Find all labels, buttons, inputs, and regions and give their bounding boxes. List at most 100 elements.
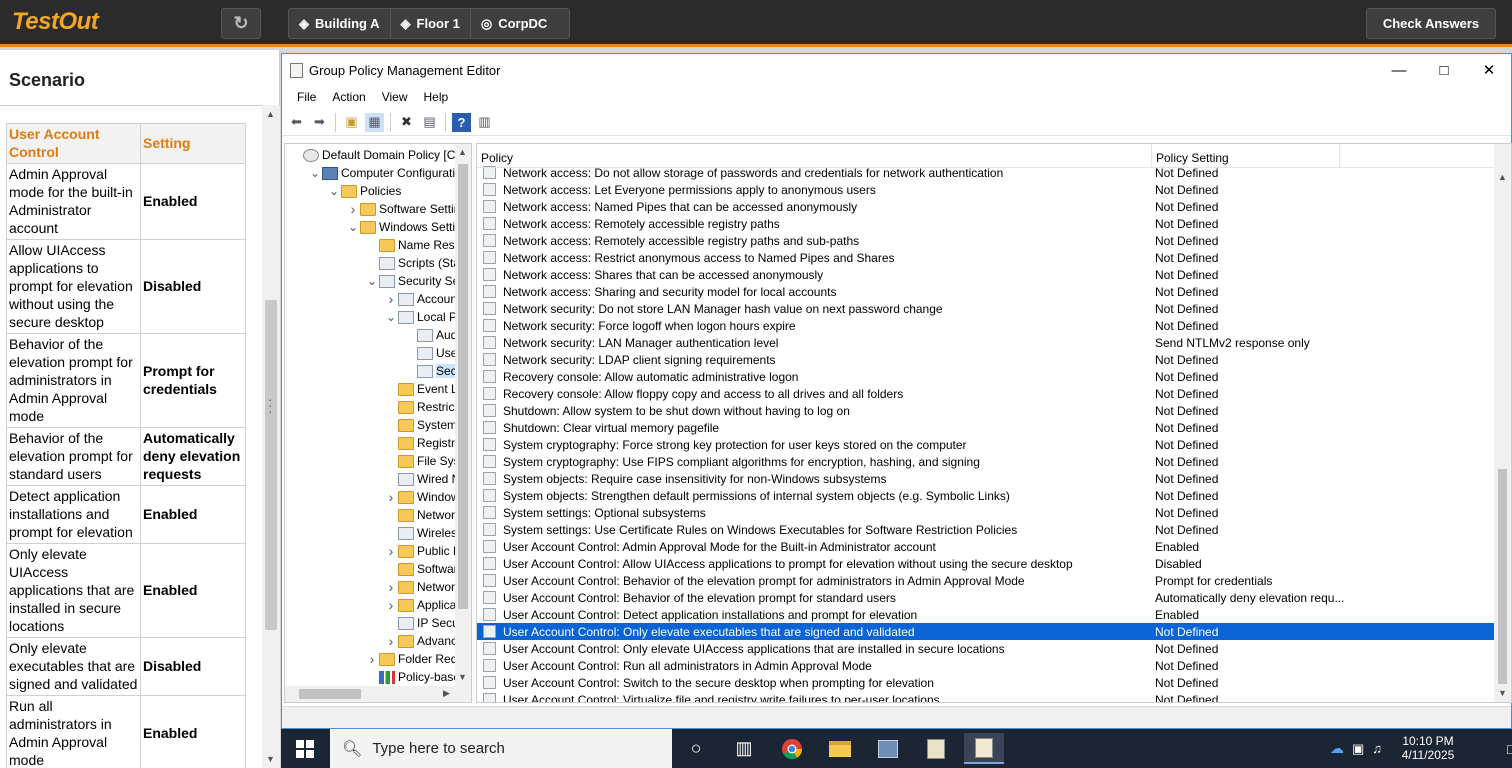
scrollbar-thumb[interactable] bbox=[1498, 469, 1507, 684]
policy-row[interactable]: User Account Control: Virtualize file an… bbox=[477, 691, 1494, 702]
policy-row[interactable]: Network access: Shares that can be acces… bbox=[477, 266, 1494, 283]
collapse-chevron-icon[interactable]: ⌄ bbox=[384, 310, 398, 324]
scrollbar-thumb[interactable] bbox=[265, 300, 277, 630]
policy-row[interactable]: Network access: Let Everyone permissions… bbox=[477, 181, 1494, 198]
policy-row[interactable]: User Account Control: Detect application… bbox=[477, 606, 1494, 623]
gpme-taskbar-icon[interactable] bbox=[964, 733, 1004, 764]
policy-row[interactable]: User Account Control: Admin Approval Mod… bbox=[477, 538, 1494, 555]
network-icon[interactable]: ▣ bbox=[1352, 741, 1364, 757]
tree-node[interactable]: Wireless bbox=[384, 524, 463, 542]
expand-chevron-icon[interactable]: › bbox=[384, 291, 398, 307]
panel-resize-handle[interactable]: · · · bbox=[268, 392, 273, 418]
back-icon[interactable]: ⬅ bbox=[287, 113, 306, 132]
tree-node[interactable]: Registry bbox=[384, 434, 461, 452]
menu-view[interactable]: View bbox=[374, 90, 416, 104]
scenario-scrollbar[interactable]: ▲ ▼ bbox=[262, 105, 280, 768]
policy-row[interactable]: Network access: Named Pipes that can be … bbox=[477, 198, 1494, 215]
policy-row[interactable]: User Account Control: Only elevate execu… bbox=[477, 623, 1494, 640]
taskbar-search[interactable]: 🔍︎ Type here to search bbox=[330, 729, 672, 768]
clock[interactable]: 10:10 PM 4/11/2025 bbox=[1394, 734, 1462, 762]
menu-help[interactable]: Help bbox=[416, 90, 457, 104]
policy-row[interactable]: Network access: Remotely accessible regi… bbox=[477, 232, 1494, 249]
expand-chevron-icon[interactable]: › bbox=[346, 201, 360, 217]
tree-vertical-scrollbar[interactable]: ▲ ▼ bbox=[455, 144, 471, 702]
collapse-chevron-icon[interactable]: ⌄ bbox=[346, 220, 360, 234]
expand-chevron-icon[interactable]: › bbox=[384, 597, 398, 613]
chrome-icon[interactable] bbox=[772, 733, 812, 764]
column-header-policy[interactable]: Policy bbox=[477, 144, 1152, 168]
policy-row[interactable]: System cryptography: Use FIPS compliant … bbox=[477, 453, 1494, 470]
collapse-chevron-icon[interactable]: ⌄ bbox=[365, 274, 379, 288]
minimize-button[interactable]: — bbox=[1377, 58, 1421, 82]
start-button[interactable] bbox=[281, 729, 329, 768]
policy-row[interactable]: User Account Control: Behavior of the el… bbox=[477, 572, 1494, 589]
file-explorer-icon[interactable] bbox=[820, 733, 860, 764]
scrollbar-thumb[interactable] bbox=[299, 689, 361, 699]
breadcrumb-building[interactable]: ◈ Building A bbox=[289, 9, 391, 38]
policy-row[interactable]: Shutdown: Allow system to be shut down w… bbox=[477, 402, 1494, 419]
policy-row[interactable]: User Account Control: Switch to the secu… bbox=[477, 674, 1494, 691]
task-view-icon[interactable]: ▥ bbox=[724, 733, 764, 764]
policy-row[interactable]: Network security: LDAP client signing re… bbox=[477, 351, 1494, 368]
breadcrumb-computer[interactable]: ◎ CorpDC bbox=[471, 9, 557, 38]
expand-chevron-icon[interactable]: › bbox=[384, 633, 398, 649]
policy-row[interactable]: User Account Control: Behavior of the el… bbox=[477, 589, 1494, 606]
gpmc-icon[interactable] bbox=[916, 733, 956, 764]
policy-row[interactable]: User Account Control: Run all administra… bbox=[477, 657, 1494, 674]
policy-row[interactable]: User Account Control: Allow UIAccess app… bbox=[477, 555, 1494, 572]
delete-icon[interactable]: ✖ bbox=[397, 113, 416, 132]
breadcrumb-floor[interactable]: ◈ Floor 1 bbox=[391, 9, 471, 38]
check-answers-button[interactable]: Check Answers bbox=[1366, 8, 1496, 39]
menu-action[interactable]: Action bbox=[324, 90, 373, 104]
cortana-icon[interactable]: ○ bbox=[676, 733, 716, 764]
tree-node[interactable]: Network bbox=[384, 506, 461, 524]
close-button[interactable]: ✕ bbox=[1467, 58, 1511, 82]
policy-row[interactable]: System cryptography: Force strong key pr… bbox=[477, 436, 1494, 453]
expand-chevron-icon[interactable]: › bbox=[365, 651, 379, 667]
tree-node[interactable]: ⌄ Computer Configuration bbox=[308, 164, 468, 182]
scroll-down-icon[interactable]: ▼ bbox=[266, 754, 275, 764]
policy-row[interactable]: Network security: Do not store LAN Manag… bbox=[477, 300, 1494, 317]
collapse-chevron-icon[interactable]: ⌄ bbox=[327, 184, 341, 198]
policy-row[interactable]: Shutdown: Clear virtual memory pagefile N… bbox=[477, 419, 1494, 436]
policy-row[interactable]: System objects: Require case insensitivi… bbox=[477, 470, 1494, 487]
scroll-down-icon[interactable]: ▼ bbox=[458, 672, 467, 682]
scroll-down-icon[interactable]: ▼ bbox=[1498, 688, 1507, 698]
policy-row[interactable]: System objects: Strengthen default permi… bbox=[477, 487, 1494, 504]
volume-icon[interactable]: ♫ bbox=[1372, 741, 1382, 756]
policy-row[interactable]: Network access: Restrict anonymous acces… bbox=[477, 249, 1494, 266]
expand-chevron-icon[interactable]: › bbox=[384, 489, 398, 505]
tree-node[interactable]: ⌄ Security Setti bbox=[365, 272, 469, 290]
collapse-chevron-icon[interactable]: ⌄ bbox=[308, 166, 322, 180]
policy-row[interactable]: Recovery console: Allow floppy copy and … bbox=[477, 385, 1494, 402]
scroll-up-icon[interactable]: ▲ bbox=[266, 109, 275, 119]
list-vertical-scrollbar[interactable]: ▲ ▼ bbox=[1494, 144, 1511, 702]
column-header-policy-setting[interactable]: Policy Setting bbox=[1152, 144, 1340, 168]
scroll-up-icon[interactable]: ▲ bbox=[1498, 172, 1507, 182]
tree-node[interactable]: ⌄ Policies bbox=[327, 182, 401, 200]
policy-row[interactable]: Network access: Remotely accessible regi… bbox=[477, 215, 1494, 232]
onedrive-icon[interactable]: ☁ bbox=[1330, 740, 1344, 757]
scroll-right-icon[interactable]: ▶ bbox=[443, 688, 450, 699]
scroll-up-icon[interactable]: ▲ bbox=[458, 147, 467, 157]
tree-node[interactable]: Default Domain Policy [Corp bbox=[289, 146, 471, 164]
help-icon[interactable]: ? bbox=[452, 112, 471, 132]
tree-node[interactable]: IP Securi bbox=[384, 614, 465, 632]
properties-icon[interactable]: ▤ bbox=[420, 113, 439, 132]
show-hide-tree-icon[interactable]: ▦ bbox=[365, 112, 384, 132]
forward-icon[interactable]: ➡ bbox=[310, 113, 329, 132]
expand-chevron-icon[interactable]: › bbox=[384, 579, 398, 595]
maximize-button[interactable]: □ bbox=[1422, 58, 1466, 82]
menu-file[interactable]: File bbox=[289, 90, 324, 104]
server-manager-icon[interactable] bbox=[868, 733, 908, 764]
tree-node[interactable]: › Windows bbox=[384, 488, 466, 506]
tree-node[interactable]: Software bbox=[384, 560, 464, 578]
policy-row[interactable]: Recovery console: Allow automatic admini… bbox=[477, 368, 1494, 385]
policy-row[interactable]: System settings: Use Certificate Rules o… bbox=[477, 521, 1494, 538]
policy-row[interactable]: Network security: Force logoff when logo… bbox=[477, 317, 1494, 334]
up-folder-icon[interactable]: ▣ bbox=[342, 113, 361, 132]
tree-node[interactable]: › Software Setting bbox=[346, 200, 467, 218]
scrollbar-thumb[interactable] bbox=[458, 164, 468, 609]
policy-row[interactable]: Network access: Sharing and security mod… bbox=[477, 283, 1494, 300]
policy-row[interactable]: Network security: LAN Manager authentica… bbox=[477, 334, 1494, 351]
